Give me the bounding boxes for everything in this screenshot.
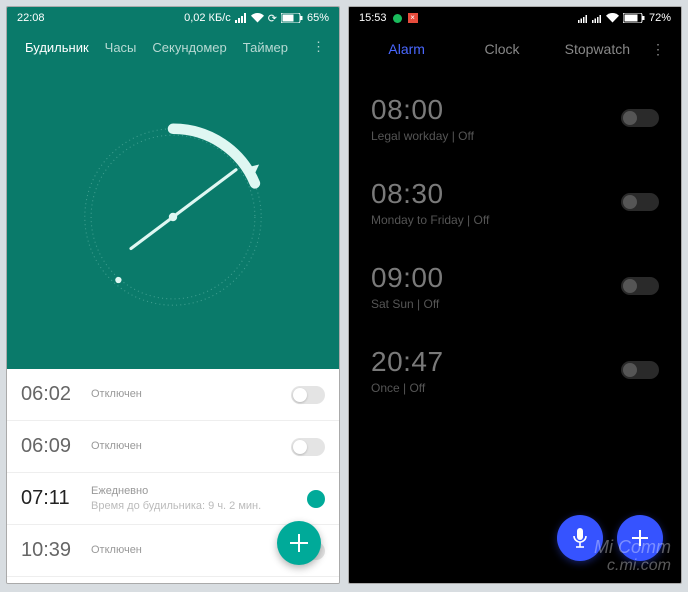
wifi-icon [251,13,264,23]
battery-pct: 65% [307,12,329,24]
alarm-time: 09:00 [371,262,621,294]
alarm-time: 08:00 [371,94,621,126]
alarm-label: Monday to Friday | Off [371,213,621,227]
alarm-row[interactable]: 06:02 Отключен [7,369,339,421]
add-alarm-button[interactable] [617,515,663,561]
alarm-time: 07:11 [21,487,91,510]
statusbar: 22:08 0,02 КБ/с ⟳ 65% [7,7,339,29]
alarm-label: Sat Sun | Off [371,297,621,311]
add-alarm-button[interactable] [277,521,321,565]
alarm-label: Отключен [91,387,291,402]
tab-clock[interactable]: Clock [454,41,549,57]
overflow-icon[interactable]: ⋮ [645,41,671,58]
close-icon: × [408,13,418,23]
status-time: 22:08 [17,12,45,24]
status-time: 15:53 [359,12,387,24]
battery-pct: 72% [649,12,671,24]
alarm-toggle[interactable] [621,277,659,295]
alarm-toggle[interactable] [621,193,659,211]
alarm-toggle[interactable] [291,386,325,404]
tab-clock[interactable]: Часы [97,40,145,55]
tab-timer[interactable]: Таймер [235,40,296,55]
alarm-row[interactable]: 07:11 Ежедневно Время до будильника: 9 ч… [7,473,339,525]
phone-dark: 15:53 × 72% Alarm Clock Stopwatch ⋮ [348,6,682,584]
net-speed: 0,02 КБ/с [184,12,231,24]
analog-clock [7,65,339,369]
battery-icon [281,13,303,23]
alarm-time: 10:39 [21,539,91,562]
signal-icon [578,14,588,23]
alarm-label: Ежедневно [91,484,307,499]
wifi-icon [606,13,619,23]
alarm-time: 06:02 [21,383,91,406]
phone-light: 22:08 0,02 КБ/с ⟳ 65% Будильник Часы Сек… [6,6,340,584]
alarm-label: Отключен [91,543,291,558]
battery-icon [623,13,645,23]
tabs: Будильник Часы Секундомер Таймер ⋮ [7,29,339,65]
alarm-toggle[interactable] [307,490,325,508]
alarm-label: Отключен [91,439,291,454]
voice-button[interactable] [557,515,603,561]
alarm-sublabel: Время до будильника: 9 ч. 2 мин. [91,499,307,514]
overflow-icon[interactable]: ⋮ [308,39,329,55]
alarm-toggle[interactable] [621,361,659,379]
tab-stopwatch[interactable]: Секундомер [144,40,234,55]
alarm-time: 20:47 [371,346,621,378]
alarm-time: 08:30 [371,178,621,210]
alarm-row[interactable]: 20:47 Once | Off [349,329,681,413]
tabs: Alarm Clock Stopwatch ⋮ [349,29,681,69]
alarm-row[interactable]: 09:00 Sat Sun | Off [349,245,681,329]
tab-alarm[interactable]: Будильник [17,40,97,55]
alarm-list: 08:00 Legal workday | Off 08:30 Monday t… [349,69,681,421]
alarm-label: Once | Off [371,381,621,395]
status-dot-icon [393,14,402,23]
tab-alarm[interactable]: Alarm [359,41,454,57]
alarm-toggle[interactable] [291,438,325,456]
statusbar: 15:53 × 72% [349,7,681,29]
sync-icon: ⟳ [268,12,277,25]
alarm-row[interactable]: 08:30 Monday to Friday | Off [349,161,681,245]
signal-icon [235,13,247,23]
alarm-row[interactable]: 06:09 Отключен [7,421,339,473]
alarm-row[interactable]: 08:00 Legal workday | Off [349,77,681,161]
alarm-label: Legal workday | Off [371,129,621,143]
tab-stopwatch[interactable]: Stopwatch [550,41,645,57]
alarm-toggle[interactable] [621,109,659,127]
signal-icon [592,14,602,23]
alarm-time: 06:09 [21,435,91,458]
